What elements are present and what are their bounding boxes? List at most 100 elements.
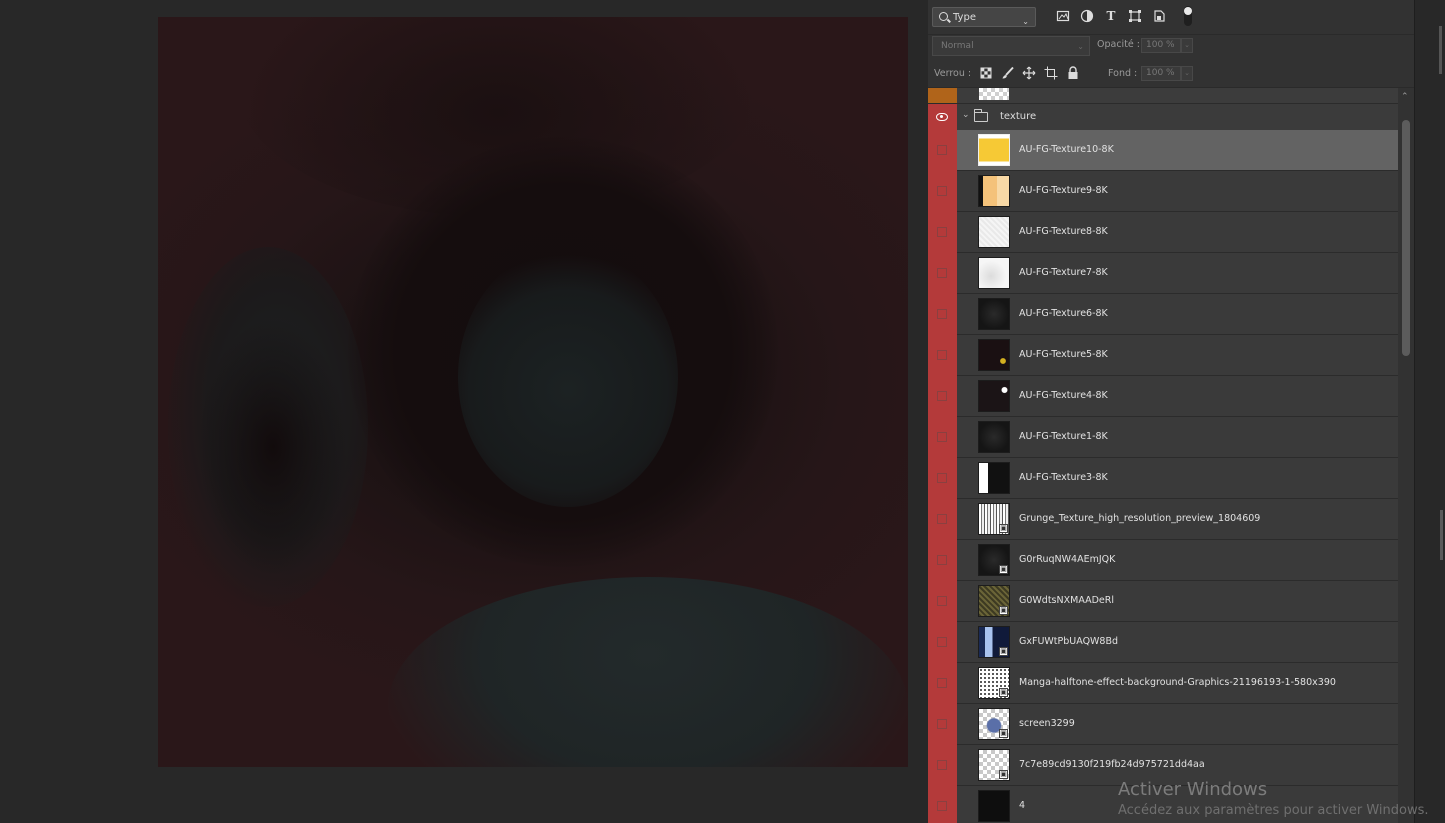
- photo-shirt: [388, 577, 908, 767]
- layer-row[interactable]: AU-FG-Texture1-8K: [928, 417, 1398, 458]
- layer-row[interactable]: AU-FG-Texture8-8K: [928, 212, 1398, 253]
- fill-input[interactable]: 100 %: [1141, 66, 1181, 81]
- visibility-toggle[interactable]: [928, 88, 957, 103]
- visibility-box-icon: [937, 514, 947, 524]
- layers-scrollbar[interactable]: ⌃: [1398, 88, 1414, 823]
- layer-row[interactable]: AU-FG-Texture9-8K: [928, 171, 1398, 212]
- layer-row-partial[interactable]: [928, 88, 1398, 104]
- shape-filter-icon[interactable]: [1128, 9, 1142, 23]
- layer-row[interactable]: AU-FG-Texture4-8K: [928, 376, 1398, 417]
- search-icon: [939, 12, 948, 21]
- layer-name: G0WdtsNXMAADeRl: [1019, 595, 1114, 606]
- visibility-toggle[interactable]: [928, 704, 957, 745]
- layer-row[interactable]: AU-FG-Texture6-8K: [928, 294, 1398, 335]
- dock-handle[interactable]: [1440, 510, 1443, 560]
- visibility-toggle[interactable]: [928, 499, 957, 540]
- opacity-label: Opacité :: [1097, 39, 1140, 50]
- visibility-toggle[interactable]: [928, 622, 957, 663]
- visibility-box-icon: [937, 596, 947, 606]
- layer-name: AU-FG-Texture4-8K: [1019, 390, 1108, 401]
- smart-object-icon: ▣: [999, 729, 1008, 738]
- layer-name: AU-FG-Texture8-8K: [1019, 226, 1108, 237]
- layer-row[interactable]: ▣ GxFUWtPbUAQW8Bd: [928, 622, 1398, 663]
- filter-type-select[interactable]: Type ⌄: [932, 7, 1036, 27]
- smart-object-icon: ▣: [999, 606, 1008, 615]
- layer-name: AU-FG-Texture5-8K: [1019, 349, 1108, 360]
- visibility-box-icon: [937, 227, 947, 237]
- visibility-toggle[interactable]: [928, 253, 957, 294]
- visibility-toggle[interactable]: [928, 786, 957, 823]
- visibility-toggle[interactable]: [928, 663, 957, 704]
- canvas-workspace[interactable]: [0, 0, 928, 823]
- lock-position-icon[interactable]: [1022, 66, 1036, 80]
- layer-thumbnail: [978, 175, 1010, 207]
- visibility-toggle[interactable]: [928, 104, 957, 130]
- visibility-toggle[interactable]: [928, 540, 957, 581]
- lock-transparency-icon[interactable]: [979, 66, 993, 80]
- document-canvas[interactable]: [158, 17, 908, 767]
- visibility-toggle[interactable]: [928, 417, 957, 458]
- dock-handle[interactable]: [1439, 26, 1442, 74]
- layer-thumbnail: ▣: [978, 544, 1010, 576]
- layer-row[interactable]: AU-FG-Texture3-8K: [928, 458, 1398, 499]
- visibility-toggle[interactable]: [928, 376, 957, 417]
- smart-object-filter-icon[interactable]: [1152, 9, 1166, 23]
- chevron-down-icon: ⌄: [1077, 42, 1084, 51]
- visibility-toggle[interactable]: [928, 335, 957, 376]
- folder-icon: [973, 109, 988, 122]
- chevron-up-icon[interactable]: ⌃: [1401, 92, 1409, 102]
- windows-activation-watermark: Activer Windows Accédez aux paramètres p…: [1118, 778, 1438, 820]
- smart-object-icon: ▣: [999, 770, 1008, 779]
- layer-name: screen3299: [1019, 718, 1075, 729]
- visibility-box-icon: [937, 186, 947, 196]
- layer-thumbnail: ▣: [978, 667, 1010, 699]
- photo-face: [458, 247, 678, 507]
- visibility-box-icon: [937, 145, 947, 155]
- layer-thumbnail: [978, 462, 1010, 494]
- layer-thumbnail: [978, 339, 1010, 371]
- layer-row[interactable]: ▣ screen3299: [928, 704, 1398, 745]
- visibility-toggle[interactable]: [928, 294, 957, 335]
- filter-toggle-icon[interactable]: [1184, 6, 1192, 26]
- smart-object-icon: ▣: [999, 647, 1008, 656]
- chevron-down-icon[interactable]: ⌄: [962, 110, 970, 120]
- image-filter-icon[interactable]: [1056, 9, 1070, 23]
- layer-row[interactable]: ▣ Manga-halftone-effect-background-Graphi…: [928, 663, 1398, 704]
- layer-row[interactable]: ▣ G0rRuqNW4AEmJQK: [928, 540, 1398, 581]
- layer-name: AU-FG-Texture7-8K: [1019, 267, 1108, 278]
- layer-name: GxFUWtPbUAQW8Bd: [1019, 636, 1119, 647]
- visibility-toggle[interactable]: [928, 212, 957, 253]
- layer-row[interactable]: AU-FG-Texture10-8K: [928, 130, 1398, 171]
- layer-row[interactable]: AU-FG-Texture7-8K: [928, 253, 1398, 294]
- watermark-subtitle: Accédez aux paramètres pour activer Wind…: [1118, 803, 1429, 818]
- scrollbar-thumb[interactable]: [1402, 120, 1410, 356]
- layer-group-texture[interactable]: ⌄ texture: [928, 104, 1398, 131]
- lock-all-icon[interactable]: [1066, 66, 1080, 80]
- adjustment-filter-icon[interactable]: [1080, 9, 1094, 23]
- visibility-toggle[interactable]: [928, 171, 957, 212]
- fill-dropdown-icon[interactable]: ⌄: [1181, 66, 1193, 81]
- opacity-input[interactable]: 100 %: [1141, 38, 1181, 53]
- blend-mode-value: Normal: [941, 41, 974, 51]
- layer-thumbnail: [978, 134, 1010, 166]
- visibility-toggle[interactable]: [928, 458, 957, 499]
- blend-mode-select[interactable]: Normal ⌄: [932, 36, 1090, 56]
- layer-row[interactable]: ▣ Grunge_Texture_high_resolution_preview_…: [928, 499, 1398, 540]
- visibility-toggle[interactable]: [928, 130, 957, 171]
- blend-opacity-row: Normal ⌄ Opacité : 100 % ⌄: [928, 35, 1414, 59]
- lock-pixels-icon[interactable]: [1001, 66, 1015, 80]
- lock-label: Verrou :: [934, 68, 972, 79]
- layer-row[interactable]: ▣ G0WdtsNXMAADeRl: [928, 581, 1398, 622]
- layer-name: AU-FG-Texture6-8K: [1019, 308, 1108, 319]
- lock-artboard-icon[interactable]: [1044, 66, 1058, 80]
- fill-label: Fond :: [1108, 68, 1138, 79]
- type-filter-icon[interactable]: T: [1104, 9, 1118, 23]
- visibility-box-icon: [937, 719, 947, 729]
- layer-name: 4: [1019, 800, 1026, 811]
- visibility-toggle[interactable]: [928, 581, 957, 622]
- visibility-box-icon: [937, 678, 947, 688]
- visibility-toggle[interactable]: [928, 745, 957, 786]
- layers-list[interactable]: ⌄ texture AU-FG-Texture10-8K AU-FG-Textur…: [928, 88, 1398, 823]
- opacity-dropdown-icon[interactable]: ⌄: [1181, 38, 1193, 53]
- layer-row[interactable]: AU-FG-Texture5-8K: [928, 335, 1398, 376]
